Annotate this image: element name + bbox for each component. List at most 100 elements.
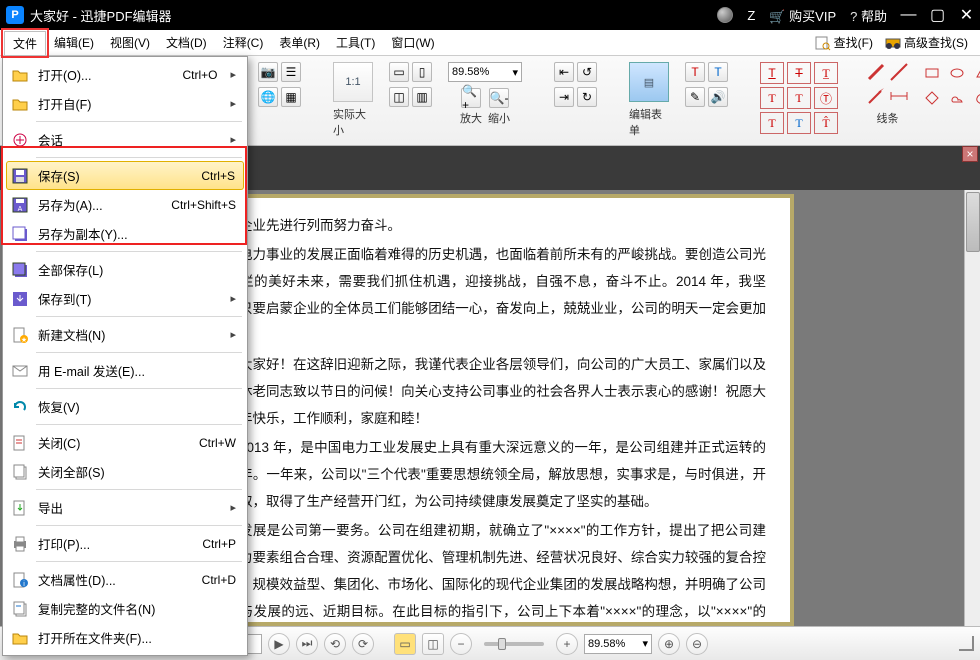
- menu-export[interactable]: 导出▸: [6, 493, 244, 522]
- shape-poly2[interactable]: [921, 87, 943, 109]
- text-style[interactable]: T̂: [814, 112, 838, 134]
- doc-text: 电力事业的发展正面临着难得的历史机遇，也面临着前所未有的严峻挑战。要创造公司光辉…: [212, 241, 766, 349]
- menu-save[interactable]: 保存(S)Ctrl+S: [6, 161, 244, 190]
- zoom-extra2[interactable]: ⊖: [686, 633, 708, 655]
- shape-poly[interactable]: [971, 62, 980, 84]
- export-icon: [11, 499, 29, 517]
- globe-icon[interactable]: [717, 7, 733, 23]
- text-tool[interactable]: ✎: [685, 87, 705, 107]
- nav-btn[interactable]: ⇥: [554, 87, 574, 107]
- shape-blob[interactable]: [971, 87, 980, 109]
- tool-btn[interactable]: ☰: [281, 62, 301, 82]
- resize-grip[interactable]: [959, 636, 974, 651]
- vertical-scrollbar[interactable]: [964, 190, 980, 626]
- email-icon: [11, 362, 29, 380]
- menu-save-as[interactable]: A 另存为(A)...Ctrl+Shift+S: [6, 190, 244, 219]
- fit-btn[interactable]: ▥: [412, 87, 432, 107]
- chevron-right-icon: ▸: [230, 68, 236, 81]
- advanced-find-button[interactable]: 高级查找(S): [881, 33, 972, 52]
- menu-save-copy[interactable]: 另存为副本(Y)...: [6, 219, 244, 248]
- svg-text:★: ★: [20, 336, 26, 344]
- save-icon: [11, 167, 29, 185]
- text-style[interactable]: T: [760, 62, 784, 84]
- menu-close-all[interactable]: 关闭全部(S): [6, 457, 244, 486]
- text-style[interactable]: Ⓣ: [814, 87, 838, 109]
- menu-print[interactable]: 打印(P)...Ctrl+P: [6, 529, 244, 558]
- text-tool[interactable]: T: [685, 62, 705, 82]
- fit-btn[interactable]: ▯: [412, 62, 432, 82]
- slider-knob[interactable]: [498, 638, 506, 650]
- nav-btn[interactable]: ↺: [577, 62, 597, 82]
- menu-edit[interactable]: 编辑(E): [46, 31, 102, 55]
- zoom-out-button[interactable]: 🔍-: [489, 88, 509, 108]
- shape-rect[interactable]: [921, 62, 943, 84]
- nav-btn[interactable]: ⇤: [554, 62, 574, 82]
- zoom-out-status[interactable]: −: [450, 633, 472, 655]
- tool-btn[interactable]: ▦: [281, 87, 301, 107]
- user-label[interactable]: Z: [747, 8, 755, 23]
- menu-view[interactable]: 视图(V): [102, 31, 158, 55]
- dim-icon[interactable]: [889, 86, 909, 106]
- menu-open-folder[interactable]: 打开所在文件夹(F)...: [6, 623, 244, 652]
- menu-comment[interactable]: 注释(C): [215, 31, 272, 55]
- next-page-button[interactable]: ▶: [268, 633, 290, 655]
- zoom-extra[interactable]: ⊕: [658, 633, 680, 655]
- menu-window[interactable]: 窗口(W): [383, 31, 442, 55]
- fit-btn[interactable]: ◫: [389, 87, 409, 107]
- shape-cloud[interactable]: [946, 87, 968, 109]
- fit-btn[interactable]: ▭: [389, 62, 409, 82]
- vip-button[interactable]: 🛒 购买VIP: [769, 6, 836, 25]
- text-style[interactable]: T: [787, 87, 811, 109]
- zoom-combo[interactable]: 89.58%▾: [448, 62, 522, 82]
- zoom-combo-status[interactable]: 89.58%▾: [584, 634, 652, 654]
- tool-btn[interactable]: 🌐: [258, 87, 278, 107]
- maximize-button[interactable]: ▢: [930, 8, 945, 23]
- last-page-button[interactable]: ⏭: [296, 633, 318, 655]
- menu-document[interactable]: 文档(D): [158, 31, 215, 55]
- zoom-slider[interactable]: [484, 642, 544, 646]
- menu-revert[interactable]: 恢复(V): [6, 392, 244, 421]
- pencil-icon[interactable]: [866, 62, 886, 82]
- tab-close-button[interactable]: ×: [962, 146, 978, 162]
- menu-form[interactable]: 表单(R): [271, 31, 328, 55]
- shape-oval[interactable]: [946, 62, 968, 84]
- nav-btn[interactable]: ↻: [577, 87, 597, 107]
- close-button[interactable]: ✕: [959, 8, 974, 23]
- menu-session[interactable]: 会话▸: [6, 125, 244, 154]
- zoom-in-button[interactable]: 🔍+: [461, 88, 481, 108]
- menu-save-to[interactable]: 保存到(T)▸: [6, 284, 244, 313]
- arrow-icon[interactable]: [866, 86, 886, 106]
- menu-email[interactable]: 用 E-mail 发送(E)...: [6, 356, 244, 385]
- next-view-button[interactable]: ⟳: [352, 633, 374, 655]
- zoom-in-status[interactable]: +: [556, 633, 578, 655]
- text-tool[interactable]: T: [708, 62, 728, 82]
- menu-save-all[interactable]: 全部保存(L): [6, 255, 244, 284]
- edit-form-button[interactable]: ▤: [629, 62, 669, 102]
- text-style[interactable]: T: [760, 87, 784, 109]
- print-icon: [11, 535, 29, 553]
- help-button[interactable]: ? 帮助: [850, 6, 887, 25]
- text-style[interactable]: T: [787, 112, 811, 134]
- view-mode-2[interactable]: ◫: [422, 633, 444, 655]
- menu-open[interactable]: 打开(O)...Ctrl+O▸: [6, 60, 244, 89]
- scroll-thumb[interactable]: [966, 192, 980, 252]
- menu-close[interactable]: 关闭(C)Ctrl+W: [6, 428, 244, 457]
- actual-size-button[interactable]: 1:1: [333, 62, 373, 102]
- text-style[interactable]: T: [760, 112, 784, 134]
- text-style[interactable]: T: [787, 62, 811, 84]
- menu-doc-props[interactable]: i 文档属性(D)...Ctrl+D: [6, 565, 244, 594]
- menu-new-doc[interactable]: ★ 新建文档(N)▸: [6, 320, 244, 349]
- prev-view-button[interactable]: ⟲: [324, 633, 346, 655]
- text-style[interactable]: T̲: [814, 62, 838, 84]
- menu-file[interactable]: 文件: [4, 31, 46, 55]
- find-button[interactable]: 查找(F): [811, 33, 877, 52]
- menu-copy-name[interactable]: 复制完整的文件名(N): [6, 594, 244, 623]
- menu-open-from[interactable]: 打开自(F)▸: [6, 89, 244, 118]
- menu-tools[interactable]: 工具(T): [328, 31, 383, 55]
- line-icon[interactable]: [889, 62, 909, 82]
- view-mode-1[interactable]: ▭: [394, 633, 416, 655]
- session-icon: [11, 131, 29, 149]
- tool-btn[interactable]: 📷: [258, 62, 278, 82]
- minimize-button[interactable]: —: [901, 8, 916, 23]
- text-tool[interactable]: 🔊: [708, 87, 728, 107]
